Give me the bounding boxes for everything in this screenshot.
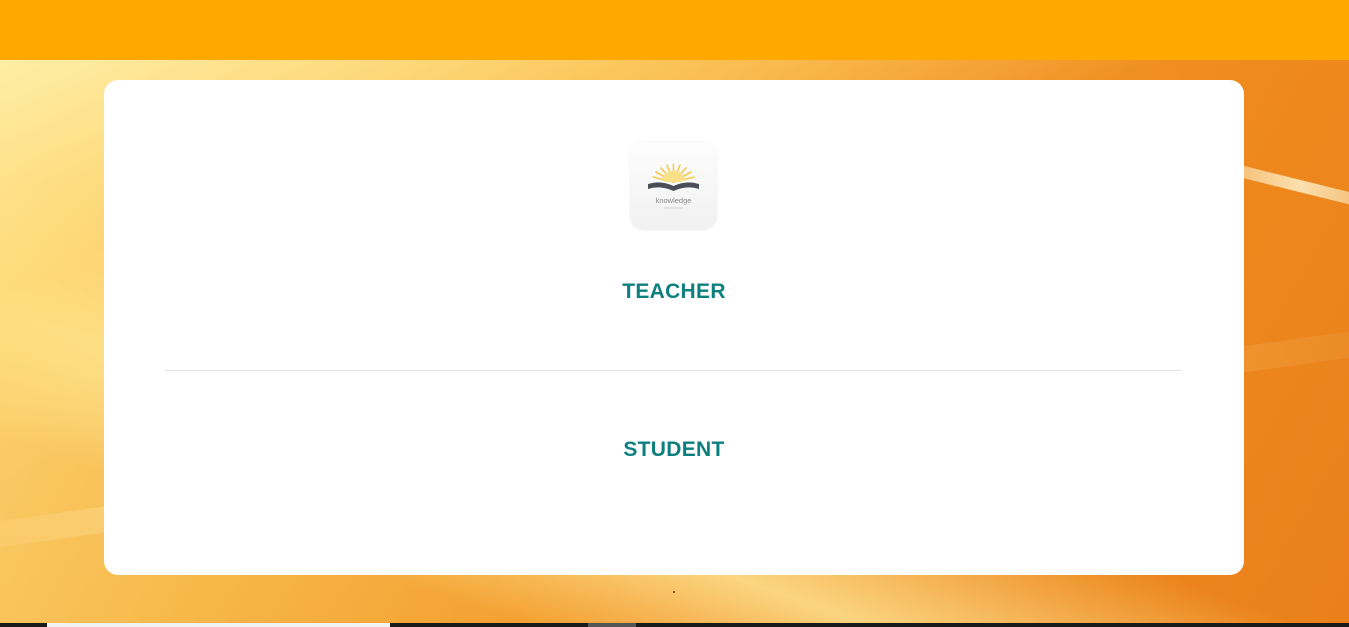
role-selection-card: knowledge TEACHER STUDENT bbox=[104, 80, 1244, 575]
app-logo: knowledge bbox=[630, 142, 717, 230]
svg-text:knowledge: knowledge bbox=[656, 196, 692, 205]
book-sunrise-logo-icon: knowledge bbox=[648, 163, 699, 209]
page: knowledge TEACHER STUDENT bbox=[0, 0, 1349, 627]
student-role-button[interactable]: STUDENT bbox=[104, 438, 1244, 462]
divider bbox=[165, 370, 1181, 371]
bottom-edge-segment bbox=[588, 623, 636, 627]
teacher-role-button[interactable]: TEACHER bbox=[104, 280, 1244, 304]
top-header-bar bbox=[0, 0, 1349, 60]
decorative-dot bbox=[673, 591, 675, 593]
bottom-edge-segment bbox=[47, 623, 390, 627]
